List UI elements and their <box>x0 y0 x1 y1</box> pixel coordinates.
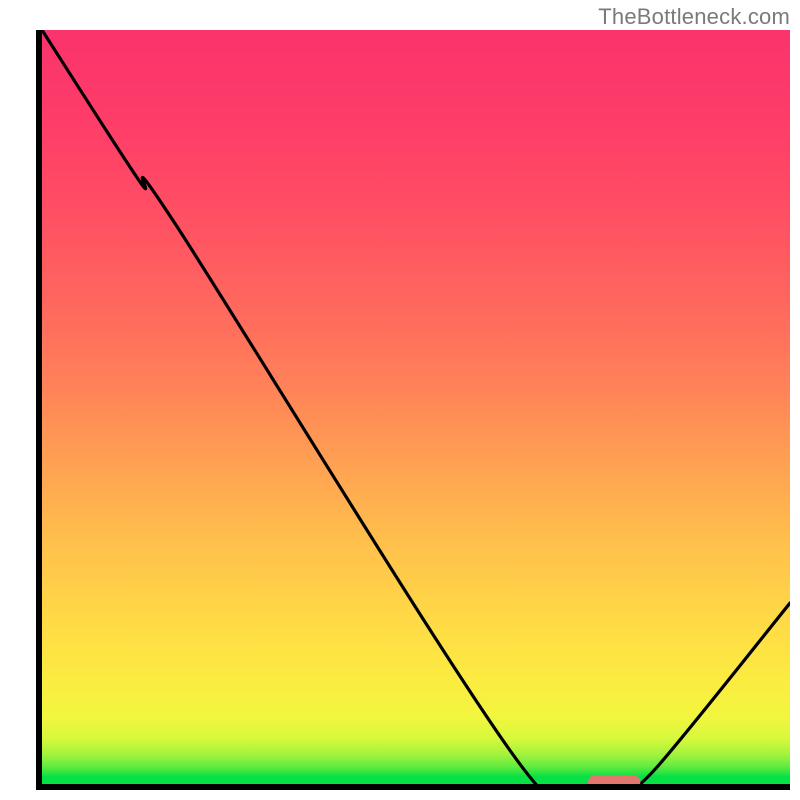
attribution-label: TheBottleneck.com <box>598 4 790 30</box>
chart-container: TheBottleneck.com <box>0 0 800 800</box>
x-axis <box>36 784 790 790</box>
plot-area <box>36 30 790 790</box>
y-axis <box>36 30 42 790</box>
optimal-marker <box>42 30 790 784</box>
